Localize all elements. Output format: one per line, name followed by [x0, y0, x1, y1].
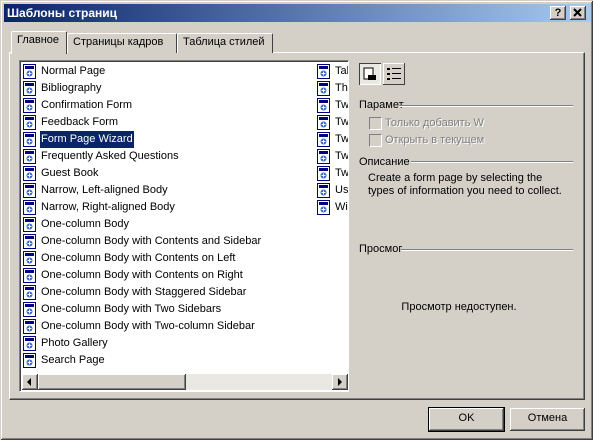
page-template-icon	[23, 285, 36, 300]
template-item-label: Form Page Wizard	[39, 130, 135, 149]
add-to-web-label: Только добавить W	[385, 117, 484, 129]
template-item-label: Feedback Form	[41, 116, 119, 128]
window-title: Шаблоны страниц	[7, 6, 118, 20]
preview-group-header: Просмог	[359, 243, 403, 255]
template-item-label: Us	[335, 184, 349, 196]
template-item-label: Narrow, Right-aligned Body	[41, 201, 175, 213]
open-in-current-label: Открыть в текущем	[385, 134, 485, 146]
template-item-label: One-column Body with Contents on Right	[41, 269, 243, 281]
template-item-label: Tw	[335, 150, 349, 162]
page-templates-dialog: Шаблоны страниц ? Главное Страницы кадро…	[0, 0, 593, 440]
template-item-label: Tw	[335, 167, 349, 179]
page-template-icon	[23, 64, 36, 79]
list-view-button[interactable]	[383, 63, 405, 85]
scroll-left-button[interactable]	[22, 374, 38, 390]
template-item-label: Wi	[335, 201, 348, 213]
close-icon	[573, 8, 582, 17]
template-item-label: One-column Body with Two Sidebars	[41, 303, 222, 315]
page-template-icon	[23, 81, 36, 96]
ok-button[interactable]: OK	[428, 407, 505, 432]
page-template-icon	[317, 166, 330, 181]
template-item-label: Normal Page	[41, 65, 106, 77]
title-bar[interactable]: Шаблоны страниц ?	[4, 4, 591, 22]
template-item-label: Confirmation Form	[41, 99, 133, 111]
options-divider	[399, 105, 573, 107]
template-item-label: Guest Book	[41, 167, 99, 179]
template-item-label: One-column Body with Staggered Sidebar	[41, 286, 247, 298]
arrow-right-icon	[338, 378, 342, 386]
tab-frames-pages[interactable]: Страницы кадров	[67, 33, 177, 53]
template-item-label: One-column Body with Two-column Sidebar	[41, 320, 255, 332]
template-item-label: Photo Gallery	[41, 337, 108, 349]
list-view-icon	[387, 68, 401, 80]
template-item-label: Tw	[335, 99, 349, 111]
template-item-label: One-column Body with Contents and Sideba…	[41, 235, 262, 247]
help-button[interactable]: ?	[550, 6, 566, 20]
page-template-icon	[23, 217, 36, 232]
page-template-icon	[23, 251, 36, 266]
page-template-icon	[317, 81, 330, 96]
page-template-icon	[317, 149, 330, 164]
large-icons-view-button[interactable]	[359, 63, 381, 85]
page-template-icon	[23, 234, 36, 249]
page-template-icon	[23, 115, 36, 130]
description-group-header: Описание	[359, 156, 410, 168]
page-template-icon	[23, 98, 36, 113]
page-template-icon	[23, 268, 36, 283]
page-template-icon	[317, 115, 330, 130]
page-template-icon	[23, 302, 36, 317]
page-template-icon	[23, 336, 36, 351]
template-item-label: Thi	[335, 82, 349, 94]
scroll-right-button[interactable]	[332, 374, 348, 390]
template-item-label: Narrow, Left-aligned Body	[41, 184, 168, 196]
template-item-label: One-column Body	[41, 218, 130, 230]
template-item-label: Tw	[335, 116, 349, 128]
page-template-icon	[317, 98, 330, 113]
options-group-header: Парамет	[359, 99, 404, 111]
page-template-icon	[317, 183, 330, 198]
page-template-icon	[23, 353, 36, 368]
close-button[interactable]	[570, 6, 586, 20]
description-text: Create a form page by selecting the type…	[368, 172, 562, 197]
scroll-thumb[interactable]	[38, 374, 186, 390]
page-template-icon	[317, 200, 330, 215]
tab-general[interactable]: Главное	[11, 31, 67, 54]
page-template-icon	[23, 183, 36, 198]
add-to-web-checkbox-box[interactable]	[369, 117, 382, 130]
open-in-current-checkbox-box[interactable]	[369, 134, 382, 147]
page-template-icon	[317, 132, 330, 147]
page-template-icon	[23, 149, 36, 164]
page-template-icon	[317, 64, 330, 79]
tab-style-sheets[interactable]: Таблица стилей	[177, 33, 273, 53]
arrow-left-icon	[27, 378, 31, 386]
template-item-label: Tw	[335, 133, 349, 145]
template-item-label: Frequently Asked Questions	[41, 150, 179, 162]
page-template-icon	[23, 166, 36, 181]
preview-text: Просмотр недоступен.	[401, 301, 517, 313]
template-item-label: Bibliography	[41, 82, 102, 94]
template-list[interactable]: Normal Page Bibliography Confirmation Form…	[19, 60, 349, 392]
page-template-icon	[23, 132, 36, 147]
template-item-label: Search Page	[41, 354, 105, 366]
cancel-button[interactable]: Отмена	[510, 408, 585, 431]
page-template-icon	[23, 319, 36, 334]
large-icons-icon	[363, 67, 376, 80]
template-item-label: One-column Body with Contents on Left	[41, 252, 236, 264]
preview-divider	[401, 249, 573, 251]
horizontal-scrollbar[interactable]	[22, 374, 348, 390]
template-item-label: Tal	[335, 65, 349, 77]
description-divider	[411, 161, 573, 163]
page-template-icon	[23, 200, 36, 215]
